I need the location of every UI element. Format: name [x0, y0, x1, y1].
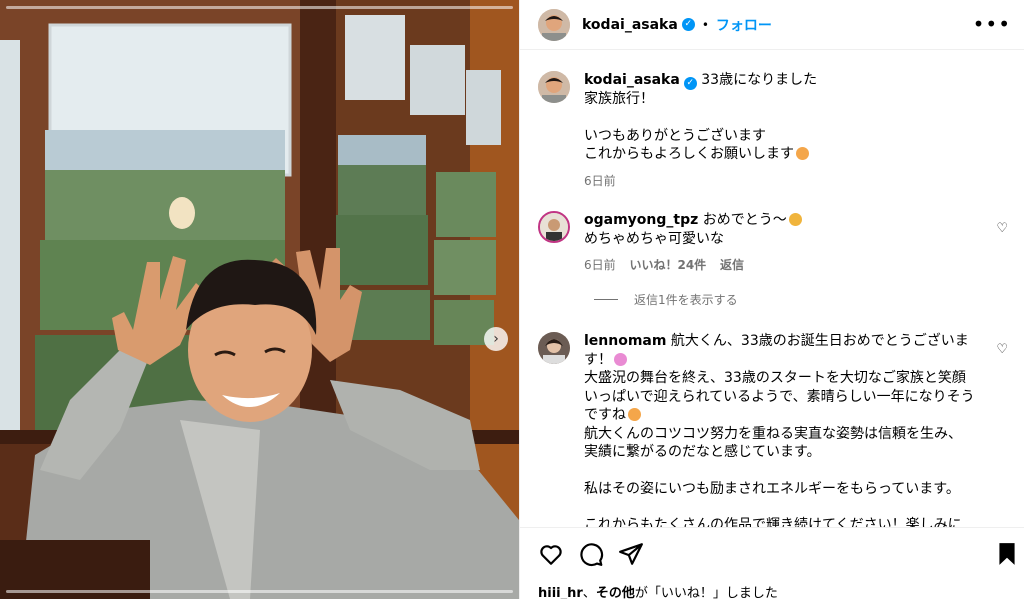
chevron-right-icon: ›	[493, 331, 499, 347]
comment-line: 私はその姿にいつも励まされエネルギーをもらっています。	[584, 480, 960, 497]
comment-line: 実績に繋がるのだなと感じています。	[584, 444, 821, 460]
commenter-avatar[interactable]	[538, 332, 570, 364]
view-replies-label: 返信1件を表示する	[634, 293, 738, 307]
caption-line: これからもよろしくお願いします	[584, 146, 794, 162]
smiling-face-emoji	[628, 408, 641, 421]
commenter-username[interactable]: lennomam	[584, 333, 666, 349]
post-detail-panel: kodai_asaka ✓ • フォロー ••• kodai_asaka ✓ 33…	[519, 0, 1024, 599]
comment-line: す！	[584, 351, 612, 368]
comment-time[interactable]: 6日前	[584, 258, 616, 272]
verified-badge-icon: ✓	[681, 18, 695, 31]
comment-line	[584, 462, 984, 480]
caption-line	[584, 109, 984, 127]
verified-badge-icon: ✓	[683, 77, 697, 90]
more-options-icon[interactable]: •••	[973, 12, 1011, 36]
comment-line: これからもたくさんの作品で輝き続けてください！楽しみに	[584, 517, 962, 527]
comment-likes[interactable]: いいね！24件	[629, 258, 706, 272]
progress-bar-bottom	[6, 590, 513, 593]
share-send-icon[interactable]	[618, 541, 644, 567]
post-actions	[520, 527, 1024, 579]
comment-line: おめでとう〜	[702, 212, 787, 228]
follow-button[interactable]: フォロー	[716, 15, 772, 35]
caption-meta: 6日前	[584, 172, 984, 191]
liked-by-others[interactable]: その他	[596, 586, 635, 599]
progress-bar-top	[6, 6, 513, 9]
author-username[interactable]: kodai_asaka	[582, 17, 678, 33]
liked-by-connector: 、	[582, 586, 596, 599]
post-header: kodai_asaka ✓ • フォロー •••	[520, 0, 1024, 50]
caption: kodai_asaka ✓ 33歳になりました 家族旅行！ いつもありがとうござい…	[538, 71, 1008, 190]
comment-line: めちゃめちゃ可愛いな	[584, 230, 724, 247]
post-photo[interactable]: ›	[0, 0, 519, 599]
comments-list[interactable]: kodai_asaka ✓ 33歳になりました 家族旅行！ いつもありがとうござい…	[520, 51, 1024, 527]
comment-meta: 6日前 いいね！24件 返信	[584, 256, 984, 275]
next-image-button[interactable]: ›	[484, 327, 508, 351]
commenter-username[interactable]: ogamyong_tpz	[584, 212, 698, 228]
view-replies-button[interactable]: 返信1件を表示する	[594, 291, 738, 308]
like-heart-icon[interactable]	[538, 541, 564, 567]
like-comment-heart-icon[interactable]: ♡	[996, 342, 1008, 357]
comment-line: いっぱいで迎えられているようで、素晴らしい一年になりそう	[584, 388, 975, 405]
liked-by-suffix: が「いいね！」しました	[634, 586, 778, 599]
comment-line: ですね	[584, 407, 626, 423]
comment-text: lennomam 航大くん、33歳のお誕生日おめでとうございま す！ 大盛況の舞…	[584, 332, 984, 527]
caption-username[interactable]: kodai_asaka	[584, 72, 680, 88]
comment: ogamyong_tpz おめでとう〜 めちゃめちゃ可愛いな 6日前 いいね！2…	[538, 211, 1008, 275]
comment-line: 航大くんのコツコツ努力を重ねる実直な姿勢は信頼を生み、	[584, 425, 962, 442]
caption-line: 33歳になりました	[701, 72, 818, 88]
comment-line: 航大くん、33歳のお誕生日おめでとうございま	[670, 333, 969, 349]
like-comment-heart-icon[interactable]: ♡	[996, 221, 1008, 236]
face-heart-eyes-emoji	[788, 213, 802, 226]
comment: lennomam 航大くん、33歳のお誕生日おめでとうございま す！ 大盛況の舞…	[538, 332, 1008, 527]
liked-by-text: hiii_hr、その他が「いいね！」しました	[538, 582, 778, 599]
comment-text: ogamyong_tpz おめでとう〜 めちゃめちゃ可愛いな 6日前 いいね！2…	[584, 211, 984, 275]
party-popper-emoji	[614, 352, 627, 366]
comment-line	[584, 498, 984, 516]
liked-by-user[interactable]: hiii_hr	[538, 586, 583, 599]
author-avatar[interactable]	[538, 8, 570, 41]
comment-bubble-icon[interactable]	[578, 541, 604, 567]
caption-line: いつもありがとうございます	[584, 127, 766, 144]
caption-time[interactable]: 6日前	[584, 174, 616, 188]
replies-line	[594, 299, 618, 300]
save-bookmark-icon[interactable]	[994, 541, 1020, 567]
caption-line: 家族旅行！	[584, 91, 654, 107]
face-savoring-emoji	[796, 147, 809, 160]
separator-dot: •	[701, 17, 709, 32]
reply-button[interactable]: 返信	[720, 258, 744, 272]
photo-image	[0, 0, 519, 599]
caption-avatar[interactable]	[538, 71, 570, 103]
comment-line: 大盛況の舞台を終え、33歳のスタートを大切なご家族と笑顔	[584, 370, 966, 386]
commenter-avatar[interactable]	[538, 211, 570, 243]
caption-text: kodai_asaka ✓ 33歳になりました 家族旅行！ いつもありがとうござい…	[584, 71, 984, 190]
